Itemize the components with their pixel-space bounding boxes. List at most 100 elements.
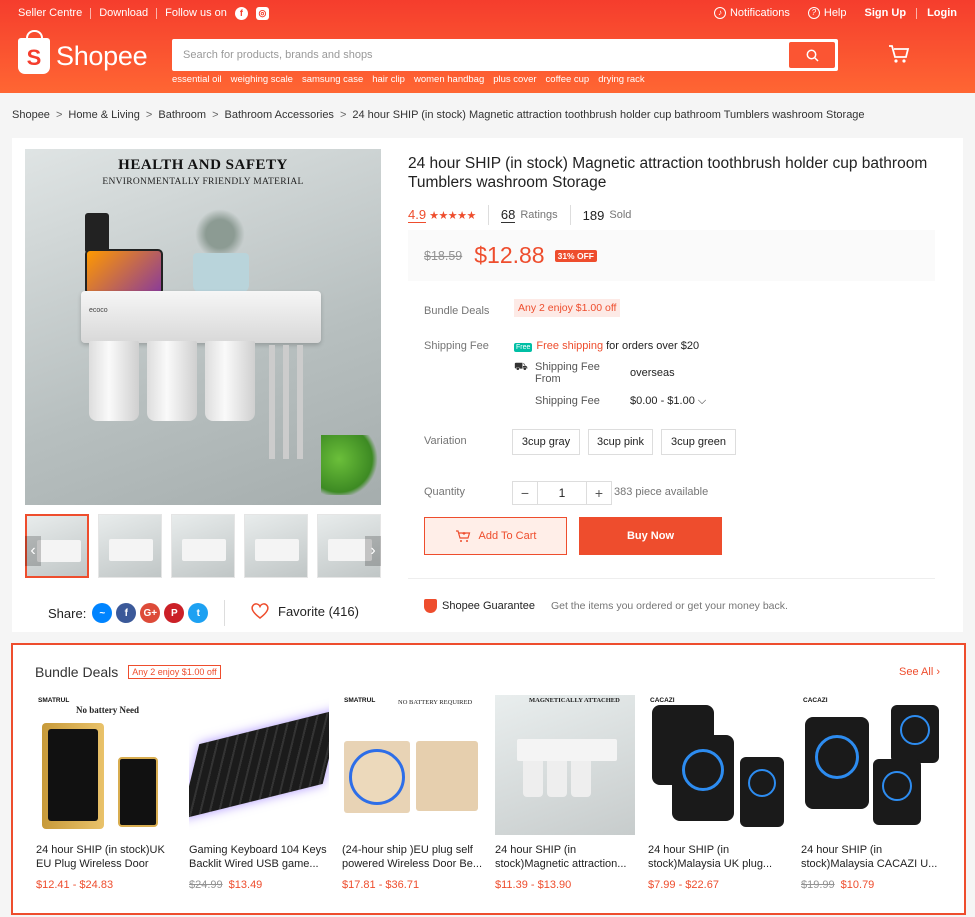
ship-from-value: overseas xyxy=(630,367,675,379)
quantity-increment-button[interactable]: + xyxy=(586,481,612,505)
variation-option[interactable]: 3cup pink xyxy=(588,429,653,455)
thumbnail-next-button[interactable]: › xyxy=(365,536,381,566)
add-to-cart-button[interactable]: Add To Cart xyxy=(424,517,567,555)
favorite-label: Favorite (416) xyxy=(278,603,359,619)
image-brand: ecoco xyxy=(89,307,108,314)
thumbnail-prev-button[interactable]: ‹ xyxy=(25,536,41,566)
keyword-link[interactable]: essential oil xyxy=(172,74,222,85)
keyword-link[interactable]: samsung case xyxy=(302,74,363,85)
variation-option[interactable]: 3cup gray xyxy=(512,429,580,455)
cart-icon[interactable] xyxy=(887,42,911,66)
thumbnail[interactable] xyxy=(98,514,162,578)
google-plus-icon[interactable]: G+ xyxy=(140,603,161,623)
search-input[interactable] xyxy=(175,49,789,61)
add-cart-icon xyxy=(455,529,470,542)
messenger-icon[interactable]: ~ xyxy=(92,603,113,623)
variation-option[interactable]: 3cup green xyxy=(661,429,736,455)
product-price: $10.79 xyxy=(840,879,875,891)
buy-now-button[interactable]: Buy Now xyxy=(579,517,722,555)
chevron-right-icon: > xyxy=(55,109,63,121)
breadcrumb-item[interactable]: Home & Living xyxy=(68,109,140,121)
bundle-product-card[interactable]: Gaming Keyboard 104 Keys Backlit Wired U… xyxy=(189,695,329,891)
thumbnail-holder xyxy=(182,539,226,561)
shopee-logo[interactable]: S Shopee xyxy=(18,30,148,74)
bundle-product-card[interactable]: CACAZI 24 hour SHIP (in stock)Malaysia U… xyxy=(648,695,788,891)
instagram-icon[interactable]: ◎ xyxy=(255,6,269,20)
keyword-link[interactable]: drying rack xyxy=(598,74,644,85)
ship-fee-dropdown[interactable]: $0.00 - $1.00 ⌵ xyxy=(630,395,706,408)
keyword-link[interactable]: coffee cup xyxy=(546,74,590,85)
site-header: Seller Centre Download Follow us on f ◎ … xyxy=(0,0,975,93)
bundle-deals-title: Bundle Deals xyxy=(35,664,119,680)
bundle-product-card[interactable]: MAGNETICALLY ATTACHED 24 hour SHIP (in s… xyxy=(495,695,635,891)
doorbell-ring xyxy=(815,735,859,779)
keyword-link[interactable]: women handbag xyxy=(414,74,484,85)
favorite-button[interactable]: Favorite (416) xyxy=(250,602,359,620)
product-price-row: $24.99 $13.49 xyxy=(189,879,329,891)
rating-row: 4.9 ★★★★★ 68 Ratings 189 Sold xyxy=(408,205,631,225)
ratings-label: Ratings xyxy=(520,209,558,221)
bundle-deals-badge[interactable]: Any 2 enjoy $1.00 off xyxy=(514,299,621,317)
pinterest-icon[interactable]: P xyxy=(164,603,185,623)
quantity-decrement-button[interactable]: − xyxy=(512,481,538,505)
breadcrumb: Shopee > Home & Living > Bathroom > Bathroo… xyxy=(12,109,865,121)
keyword-link[interactable]: plus cover xyxy=(493,74,536,85)
search-bar xyxy=(172,39,838,71)
divider xyxy=(90,7,92,19)
product-name: (24-hour ship )EU plug self powered Wire… xyxy=(342,844,482,870)
breadcrumb-item[interactable]: Shopee xyxy=(12,109,50,121)
bundle-deals-header: Bundle Deals Any 2 enjoy $1.00 off xyxy=(35,664,221,680)
holder-shelf xyxy=(517,739,617,761)
login-link[interactable]: Login xyxy=(927,7,957,19)
doorbell-panel xyxy=(48,729,98,821)
product-old-price: $24.99 xyxy=(189,879,223,891)
divider xyxy=(916,7,918,19)
thumbnail-holder xyxy=(37,540,81,562)
product-tag: No battery Need xyxy=(76,705,139,715)
keyword-link[interactable]: weighing scale xyxy=(231,74,293,85)
divider xyxy=(569,205,571,225)
product-tag: MAGNETICALLY ATTACHED xyxy=(529,697,620,704)
facebook-icon[interactable]: f xyxy=(234,6,248,20)
product-main-image[interactable]: Health and Safety Environmentally Friend… xyxy=(25,149,381,505)
breadcrumb-item[interactable]: Bathroom xyxy=(158,109,206,121)
shopee-bag-icon: S xyxy=(18,30,50,74)
heart-icon xyxy=(251,603,269,619)
free-shipping-line: Free Free shipping for orders over $20 xyxy=(514,340,699,352)
bundle-product-card[interactable]: SMATRUL NO BATTERY REQUIRED (24-hour shi… xyxy=(342,695,482,891)
shopee-guarantee[interactable]: Shopee Guarantee Get the items you order… xyxy=(424,599,788,613)
sign-up-link[interactable]: Sign Up xyxy=(865,7,907,19)
quantity-input[interactable]: 1 xyxy=(538,481,586,505)
cup-image xyxy=(523,761,543,797)
download-link[interactable]: Download xyxy=(99,7,148,19)
search-button[interactable] xyxy=(789,42,835,68)
facebook-icon[interactable]: f xyxy=(116,603,137,623)
thumbnail[interactable] xyxy=(171,514,235,578)
breadcrumb-item[interactable]: Bathroom Accessories xyxy=(225,109,334,121)
product-old-price: $19.99 xyxy=(801,879,835,891)
notifications-link[interactable]: ♪ Notifications xyxy=(713,7,790,19)
bundle-product-card[interactable]: CACAZI 24 hour SHIP (in stock)Malaysia C… xyxy=(801,695,941,891)
keyword-link[interactable]: hair clip xyxy=(372,74,405,85)
brand-label: SMATRUL xyxy=(344,697,376,704)
bundle-product-card[interactable]: SMATRUL No battery Need 24 hour SHIP (in… xyxy=(36,695,176,891)
product-title: 24 hour SHIP (in stock) Magnetic attract… xyxy=(408,155,928,191)
seller-centre-link[interactable]: Seller Centre xyxy=(18,7,82,19)
help-link[interactable]: ? Help xyxy=(807,7,847,19)
twitter-icon[interactable]: t xyxy=(188,603,209,623)
toothbrushes-image xyxy=(269,345,309,459)
thumbnail[interactable] xyxy=(244,514,308,578)
doorbell-ring xyxy=(748,769,776,797)
keyboard-image xyxy=(189,708,329,820)
rating-value[interactable]: 4.9 xyxy=(408,207,427,223)
product-price: $13.49 xyxy=(228,879,263,891)
stock-available: 383 piece available xyxy=(614,486,709,498)
image-subheading: Environmentally Friendly Material xyxy=(102,177,304,187)
receiver-image xyxy=(416,741,478,811)
product-price-row: $12.41 - $24.83 xyxy=(36,879,176,891)
divider xyxy=(224,600,225,626)
brand-label: CACAZI xyxy=(803,697,828,704)
ratings-count[interactable]: 68 xyxy=(500,207,516,223)
variation-label: Variation xyxy=(424,435,467,447)
see-all-link[interactable]: See All › xyxy=(899,666,940,678)
